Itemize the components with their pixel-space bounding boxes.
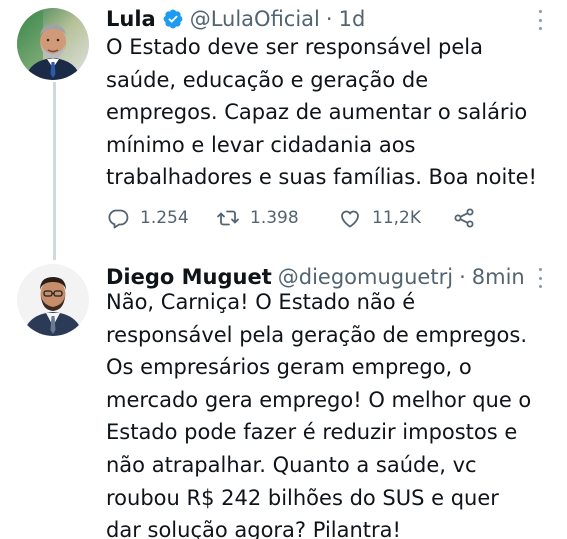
retweet-count: 1.398 xyxy=(250,208,299,228)
header-separator: · xyxy=(325,7,333,31)
reply-icon xyxy=(106,206,130,230)
user-handle[interactable]: @LulaOficial xyxy=(190,7,320,31)
tweet-actions: 1.254 1.398 11,2K xyxy=(106,204,526,232)
tweet-thread: Lula @LulaOficial · 1d O Estado deve ser… xyxy=(0,0,567,539)
avatar-diego-muguet[interactable] xyxy=(17,264,89,336)
verified-badge-icon xyxy=(162,8,184,30)
tweet-text: Não, Carniça! O Estado não é responsável… xyxy=(106,290,532,539)
reply-count: 1.254 xyxy=(140,208,189,228)
more-vertical-icon[interactable] xyxy=(537,268,543,288)
tweet-text: O Estado deve ser responsável pela saúde… xyxy=(106,35,537,190)
like-button[interactable]: 11,2K xyxy=(338,204,421,232)
retweet-icon xyxy=(216,206,240,230)
like-count: 11,2K xyxy=(372,208,421,228)
heart-icon xyxy=(338,206,362,230)
tweet-timestamp[interactable]: 1d xyxy=(339,7,366,31)
retweet-button[interactable]: 1.398 xyxy=(216,204,299,232)
reply-button[interactable]: 1.254 xyxy=(106,204,189,232)
more-vertical-icon[interactable] xyxy=(537,10,543,30)
display-name[interactable]: Lula xyxy=(106,7,156,31)
avatar-lula[interactable] xyxy=(17,8,89,80)
thread-connector-line xyxy=(53,82,56,260)
share-icon xyxy=(452,206,476,230)
share-button[interactable] xyxy=(452,204,476,232)
